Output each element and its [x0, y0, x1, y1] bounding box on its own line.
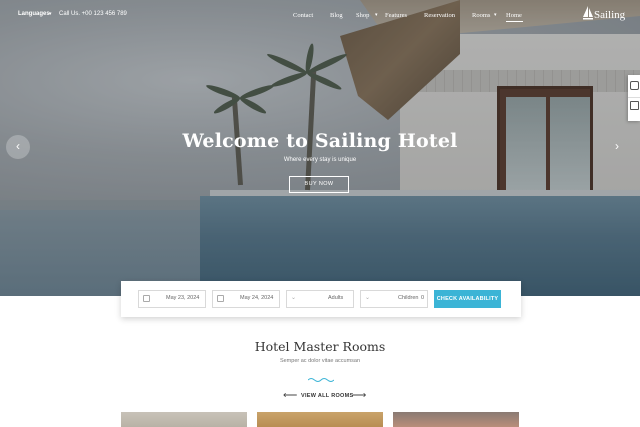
section-title: Hotel Master Rooms [254, 339, 386, 354]
slider-next-button[interactable]: › [615, 139, 619, 153]
room-card[interactable] [393, 412, 519, 427]
hero-subtitle: Where every stay is unique [283, 157, 357, 163]
nav-item-home[interactable]: Home [506, 12, 522, 19]
languages-dropdown[interactable]: Languages [18, 11, 50, 17]
phone-text: Call Us. +00 123 456 789 [59, 11, 127, 17]
nav-item-blog[interactable]: Blog [330, 12, 343, 19]
buy-now-button[interactable]: BUY NOW [289, 176, 349, 193]
chevron-down-icon: ▾ [49, 11, 52, 17]
room-card[interactable] [257, 412, 383, 427]
checkin-date-field[interactable]: May 23, 2024 [138, 290, 206, 308]
adults-select[interactable]: ⌄ Adults [286, 290, 354, 308]
page: Languages ▾ Call Us. +00 123 456 789 Con… [0, 0, 640, 427]
cart-icon[interactable] [630, 101, 639, 110]
chevron-down-icon: ⌄ [365, 295, 371, 301]
children-value: 0 [421, 295, 425, 301]
nav-item-rooms[interactable]: Rooms [472, 12, 490, 19]
slider-prev-button[interactable]: ‹ [6, 135, 30, 159]
nav-item-reservation[interactable]: Reservation [424, 12, 455, 19]
arrow-right-icon[interactable]: ⟶ [352, 390, 366, 401]
chevron-left-icon: ‹ [16, 139, 20, 153]
booking-form: May 23, 2024 May 24, 2024 ⌄ Adults ⌄ Chi… [121, 281, 521, 317]
demo-icon[interactable] [630, 81, 639, 90]
checkin-date-value: May 23, 2024 [166, 295, 200, 301]
check-availability-button[interactable]: CHECK AVAILABILITY [434, 290, 501, 308]
wave-divider-icon [308, 378, 334, 382]
chevron-down-icon: ▾ [375, 12, 378, 18]
arrow-left-icon[interactable]: ⟵ [283, 390, 297, 401]
section-subtitle: Semper ac dolor vitae accumsan [279, 358, 361, 364]
children-select[interactable]: ⌄ Children 0 [360, 290, 428, 308]
sailboat-icon[interactable] [582, 5, 594, 21]
children-label: Children [398, 295, 419, 301]
site-logo[interactable]: Sailing [594, 9, 625, 21]
nav-item-contact[interactable]: Contact [293, 12, 313, 19]
view-all-rooms-link[interactable]: VIEW ALL ROOMS [301, 393, 353, 399]
hero-title: Welcome to Sailing Hotel [182, 130, 458, 152]
nav-item-shop[interactable]: Shop [356, 12, 369, 19]
top-navigation: Languages ▾ Call Us. +00 123 456 789 Con… [0, 0, 640, 32]
nav-item-features[interactable]: Features [385, 12, 407, 19]
nav-active-underline [506, 21, 523, 22]
chevron-down-icon: ⌄ [291, 295, 297, 301]
calendar-icon [143, 295, 150, 302]
checkout-date-value: May 24, 2024 [240, 295, 274, 301]
side-toolbar [628, 75, 640, 121]
chevron-down-icon: ▾ [494, 12, 497, 18]
adults-label: Adults [328, 295, 344, 301]
checkout-date-field[interactable]: May 24, 2024 [212, 290, 280, 308]
calendar-icon [217, 295, 224, 302]
room-card[interactable] [121, 412, 247, 427]
